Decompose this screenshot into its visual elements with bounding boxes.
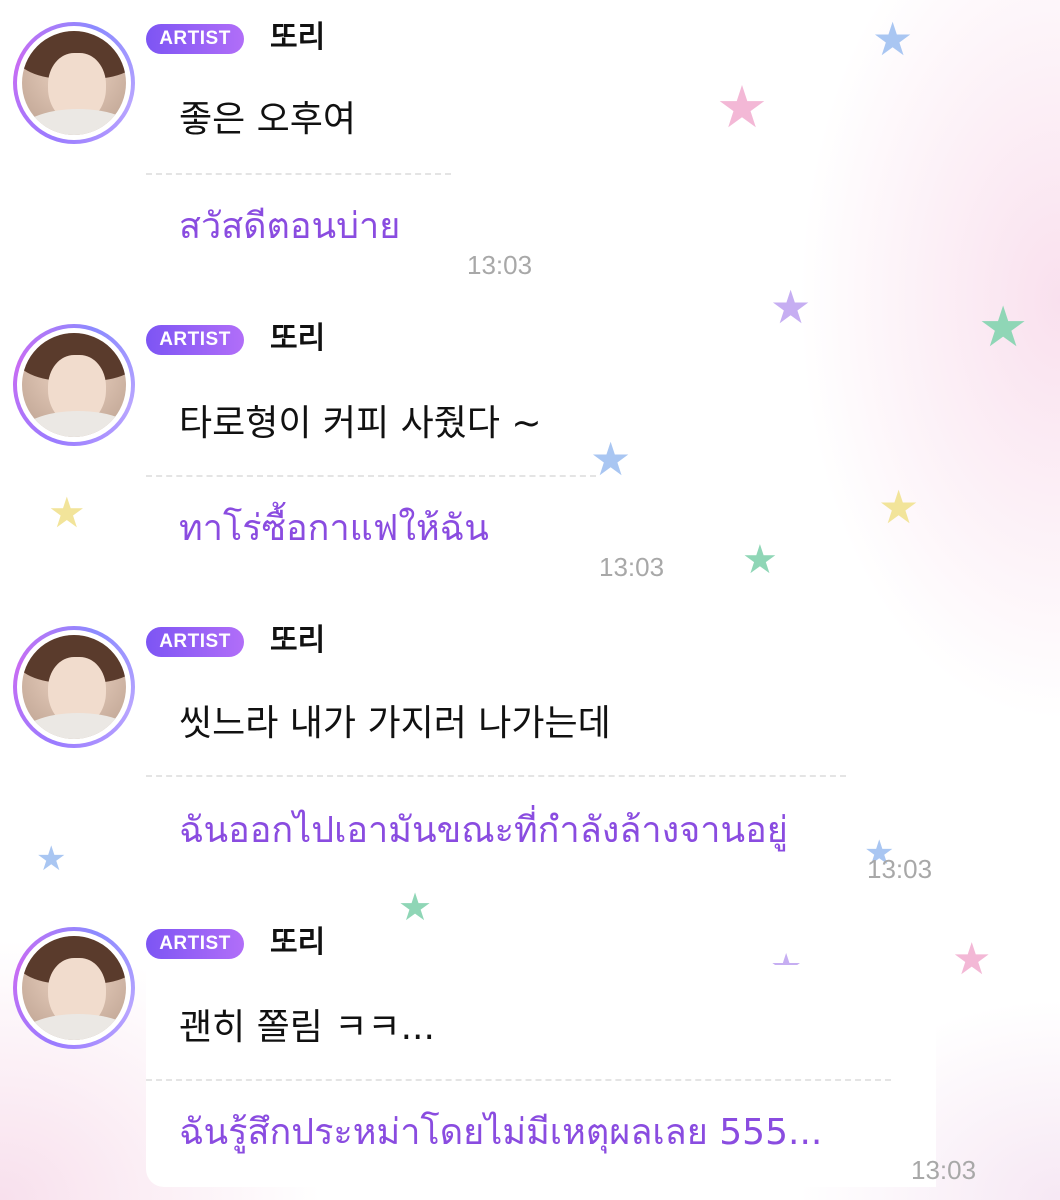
sender-name: 또리 (270, 20, 326, 55)
star-icon: ★ (878, 480, 920, 534)
divider (146, 775, 846, 777)
message-text: 좋은 오후여 (179, 99, 357, 140)
artist-badge: ARTIST (146, 24, 244, 54)
message-bubble (146, 965, 936, 1187)
translated-text: ฉันออกไปเอามันขณะที่กำลังล้างจานอยู่ (179, 810, 788, 851)
star-icon: ★ (952, 934, 992, 985)
sender-name: 또리 (270, 623, 326, 658)
artist-avatar[interactable] (13, 22, 135, 144)
artist-badge: ARTIST (146, 929, 244, 959)
sender-name: 또리 (270, 321, 326, 356)
artist-avatar[interactable] (13, 324, 135, 446)
divider (146, 475, 596, 477)
timestamp: 13:03 (599, 552, 665, 582)
star-icon: ★ (36, 839, 67, 879)
sender-name: 또리 (270, 925, 326, 960)
translated-text: ทาโร่ซื้อกาแฟให้ฉัน (179, 508, 489, 549)
artist-avatar[interactable] (13, 927, 135, 1049)
artist-avatar[interactable] (13, 626, 135, 748)
message-text: 타로형이 커피 사줬다 ~ (179, 403, 542, 444)
star-icon: ★ (48, 488, 86, 537)
star-icon: ★ (590, 432, 632, 486)
artist-badge: ARTIST (146, 325, 244, 355)
translated-text: สวัสดีตอนบ่าย (179, 206, 401, 247)
message-text: 씻느라 내가 가지러 나가는데 (179, 703, 611, 744)
star-icon: ★ (742, 537, 778, 583)
chat-message[interactable]: ARTIST 또리 좋은 오후여 สวัสดีตอนบ่าย 13:03 (0, 0, 1060, 300)
artist-badge: ARTIST (146, 627, 244, 657)
timestamp: 13:03 (467, 250, 533, 280)
divider (146, 173, 451, 175)
star-icon: ★ (978, 295, 1029, 360)
star-icon: ★ (398, 885, 433, 929)
star-icon: ★ (864, 833, 895, 873)
